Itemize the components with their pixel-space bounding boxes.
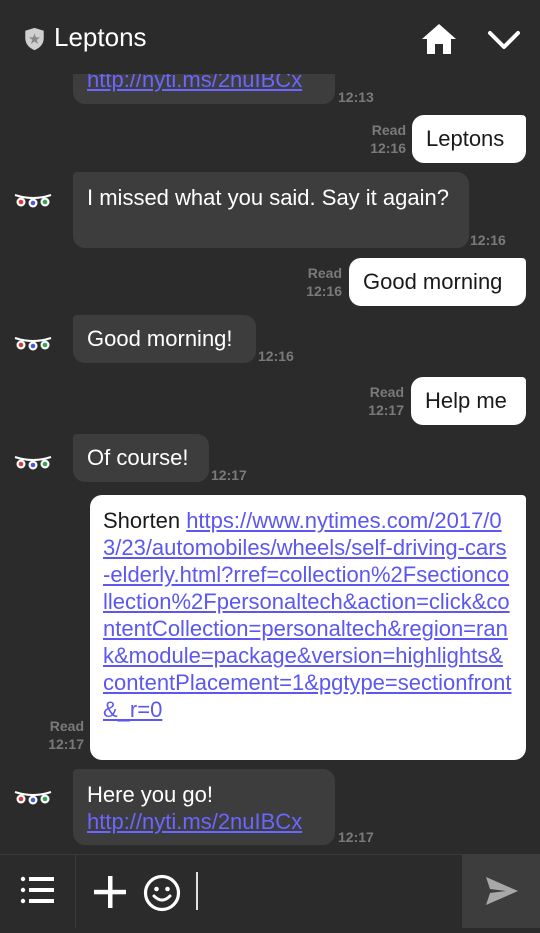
message-bubble-incoming: Here you go! http://nyti.ms/2nuIBCx (73, 769, 335, 845)
read-receipt: Read (369, 384, 404, 400)
chat-title: Leptons (54, 22, 147, 52)
message-list[interactable]: http://nyti.ms/2nuIBCx 12:13 Read 12:16 … (0, 74, 540, 854)
read-receipt: Read (371, 122, 406, 138)
message-link[interactable]: https://www.nytimes.com/2017/03/23/autom… (103, 508, 512, 722)
message-time: 12:17 (48, 736, 84, 752)
message-bubble-incoming: Good morning! (73, 315, 256, 363)
smiley-icon[interactable] (143, 874, 181, 912)
bot-avatar-icon (14, 456, 52, 470)
message-time: 12:17 (368, 402, 404, 418)
message-input[interactable] (194, 870, 452, 912)
message-text: Here you go! (87, 782, 213, 807)
chevron-down-icon[interactable] (486, 26, 522, 54)
home-icon[interactable] (420, 22, 458, 56)
message-time: 12:17 (211, 467, 247, 483)
message-text: I missed what you said. Say it again? (87, 185, 449, 210)
read-receipt: Read (49, 718, 84, 734)
message-bubble-outgoing: Good morning (349, 258, 526, 306)
message-text: Good morning (363, 269, 503, 294)
bot-avatar-icon (14, 791, 52, 805)
message-time: 12:16 (306, 283, 342, 299)
composer-bar (0, 854, 540, 928)
message-time: 12:17 (338, 829, 374, 845)
message-text: Shorten (103, 508, 181, 533)
message-link[interactable]: http://nyti.ms/2nuIBCx (87, 809, 302, 834)
message-text: Leptons (426, 126, 505, 151)
send-icon (486, 877, 518, 905)
message-text: Help me (425, 388, 507, 413)
send-button[interactable] (462, 854, 540, 928)
message-bubble-outgoing: Leptons (412, 115, 526, 163)
message-bubble-incoming: Of course! (73, 434, 209, 482)
list-menu-icon (20, 876, 54, 904)
read-receipt: Read (307, 265, 342, 281)
message-bubble-incoming: I missed what you said. Say it again? (73, 172, 469, 248)
text-caret (196, 872, 198, 910)
bot-avatar-icon (14, 194, 52, 208)
divider (0, 854, 540, 855)
shield-icon (25, 27, 44, 51)
message-text: Good morning! (87, 326, 233, 351)
app-header: Leptons (0, 0, 540, 74)
message-time: 12:16 (370, 140, 406, 156)
message-time: 12:13 (338, 89, 374, 105)
bot-avatar-icon (14, 337, 52, 351)
message-bubble-incoming: http://nyti.ms/2nuIBCx (73, 74, 335, 104)
message-text: Of course! (87, 445, 189, 470)
message-bubble-outgoing: Help me (411, 377, 526, 425)
message-link[interactable]: http://nyti.ms/2nuIBCx (87, 74, 302, 92)
plus-icon[interactable] (92, 874, 128, 910)
list-menu-button[interactable] (0, 854, 76, 928)
message-time: 12:16 (470, 232, 506, 248)
message-bubble-outgoing: Shorten https://www.nytimes.com/2017/03/… (90, 495, 526, 760)
message-time: 12:16 (258, 348, 294, 364)
